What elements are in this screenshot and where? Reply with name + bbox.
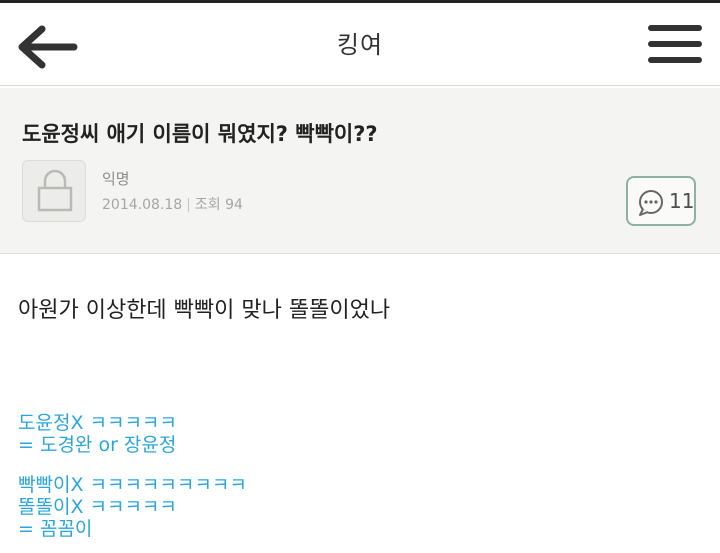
post-body-intro: 아원가 이상한데 빡빡이 맞나 똘똘이었나 — [18, 298, 391, 323]
author-name: 익명 — [102, 170, 130, 188]
speech-bubble-icon — [639, 190, 663, 216]
post-meta: 2014.08.18 | 조회 94 — [102, 194, 243, 214]
view-count: 조회 94 — [194, 197, 243, 213]
post-title: 도윤정씨 애기 이름이 뭐였지? 빡빡이?? — [22, 122, 378, 146]
post-header: 도윤정씨 애기 이름이 뭐였지? 빡빡이?? 익명 2014.08.18 | 조회 … — [0, 88, 720, 254]
page-title: 킹여 — [336, 31, 384, 59]
content-line: = 도경완 or 장윤정 — [18, 434, 177, 456]
comment-count: 11 — [669, 189, 695, 213]
comment-button[interactable]: 11 — [626, 176, 696, 226]
lock-icon — [37, 169, 73, 212]
menu-button[interactable] — [648, 21, 702, 69]
meta-divider: | — [186, 197, 191, 213]
post-date: 2014.08.18 — [102, 197, 183, 213]
avatar — [22, 160, 86, 222]
content-line: = 꼼꼼이 — [18, 518, 93, 540]
top-bar: 킹여 — [0, 0, 720, 86]
